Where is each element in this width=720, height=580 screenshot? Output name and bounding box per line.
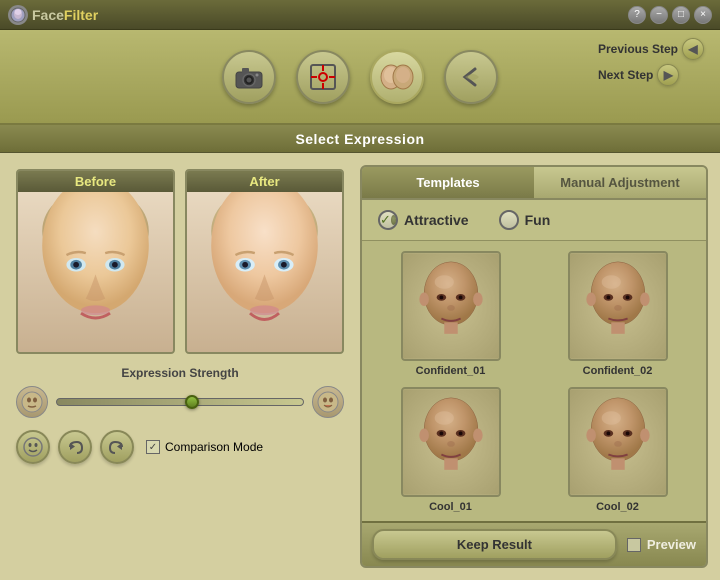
template-item-cool_02[interactable]: Cool_02: [539, 387, 696, 513]
after-label: After: [187, 171, 342, 192]
tabs: Templates Manual Adjustment: [362, 167, 706, 200]
title-bar-controls: ? − □ ×: [628, 6, 712, 24]
help-button[interactable]: ?: [628, 6, 646, 24]
attractive-radio[interactable]: ✓: [378, 210, 398, 230]
before-label: Before: [18, 171, 173, 192]
preview-area: Preview: [627, 537, 696, 552]
toolbar-faces-btn[interactable]: [370, 50, 424, 104]
template-thumb-cool_01: [401, 387, 501, 497]
nav-buttons: Previous Step ◀ Next Step ▶: [598, 38, 704, 86]
previous-step-button[interactable]: Previous Step ◀: [598, 38, 704, 60]
select-expression-bar: Select Expression: [0, 125, 720, 153]
template-item-confident_01[interactable]: Confident_01: [372, 251, 529, 377]
toolbar-target-btn[interactable]: [296, 50, 350, 104]
template-name-cool_02: Cool_02: [596, 501, 639, 513]
template-item-cool_01[interactable]: Cool_01: [372, 387, 529, 513]
title-bar: FaceFilter ? − □ ×: [0, 0, 720, 30]
comparison-mode-label: Comparison Mode: [165, 440, 263, 454]
before-after-container: Before: [16, 169, 344, 354]
target-icon: [296, 50, 350, 104]
fun-radio[interactable]: [499, 210, 519, 230]
expression-strength: Expression Strength: [16, 366, 344, 418]
next-step-label: Next Step: [598, 68, 653, 82]
template-name-confident_01: Confident_01: [416, 365, 486, 377]
tab-manual-adjustment[interactable]: Manual Adjustment: [534, 167, 706, 198]
app-logo: FaceFilter: [8, 5, 98, 25]
faces-icon: [370, 50, 424, 104]
template-name-cool_01: Cool_01: [429, 501, 472, 513]
close-button[interactable]: ×: [694, 6, 712, 24]
maximize-button[interactable]: □: [672, 6, 690, 24]
template-item-confident_02[interactable]: Confident_02: [539, 251, 696, 377]
left-panel: Before: [0, 153, 360, 580]
template-grid: Confident_01: [362, 241, 706, 521]
select-expression-label: Select Expression: [295, 131, 424, 147]
after-image-box: After: [185, 169, 344, 354]
strength-low-face: [16, 386, 48, 418]
radio-row: ✓ Attractive Fun: [362, 200, 706, 241]
radio-attractive[interactable]: ✓ Attractive: [378, 210, 469, 230]
logo-icon: [8, 5, 28, 25]
template-thumb-confident_01: [401, 251, 501, 361]
strength-slider-row: [16, 386, 344, 418]
next-arrow-icon: ▶: [657, 64, 679, 86]
previous-arrow-icon: ◀: [682, 38, 704, 60]
toolbar-camera-btn[interactable]: [222, 50, 276, 104]
keep-result-button[interactable]: Keep Result: [372, 529, 617, 560]
next-step-button[interactable]: Next Step ▶: [598, 64, 704, 86]
back-icon: [444, 50, 498, 104]
bottom-controls: ✓ Comparison Mode: [16, 430, 344, 464]
preview-label: Preview: [647, 537, 696, 552]
previous-step-label: Previous Step: [598, 42, 678, 56]
after-photo: [187, 192, 342, 352]
main-content: Before: [0, 153, 720, 580]
toolbar-icons: [222, 50, 498, 104]
comparison-mode-toggle[interactable]: ✓ Comparison Mode: [146, 440, 263, 454]
comparison-checkbox[interactable]: ✓: [146, 440, 160, 454]
strength-slider[interactable]: [56, 398, 304, 406]
template-name-confident_02: Confident_02: [583, 365, 653, 377]
before-photo: [18, 192, 173, 352]
camera-icon: [222, 50, 276, 104]
strength-slider-thumb[interactable]: [185, 395, 199, 409]
template-thumb-cool_02: [568, 387, 668, 497]
tab-templates[interactable]: Templates: [362, 167, 534, 198]
check-icon: ✓: [380, 212, 391, 228]
template-thumb-confident_02: [568, 251, 668, 361]
fun-label: Fun: [525, 212, 551, 228]
strength-high-face: [312, 386, 344, 418]
toolbar-back-btn[interactable]: [444, 50, 498, 104]
toolbar: Previous Step ◀ Next Step ▶: [0, 30, 720, 125]
minimize-button[interactable]: −: [650, 6, 668, 24]
redo-button[interactable]: [100, 430, 134, 464]
app-title: FaceFilter: [32, 7, 98, 23]
bottom-bar: Keep Result Preview: [362, 521, 706, 566]
before-image-box: Before: [16, 169, 175, 354]
radio-fun[interactable]: Fun: [499, 210, 551, 230]
attractive-label: Attractive: [404, 212, 469, 228]
preview-checkbox[interactable]: [627, 538, 641, 552]
smiley-button[interactable]: [16, 430, 50, 464]
right-panel: Templates Manual Adjustment ✓ Attractive…: [360, 165, 708, 568]
expression-strength-label: Expression Strength: [16, 366, 344, 380]
undo-button[interactable]: [58, 430, 92, 464]
